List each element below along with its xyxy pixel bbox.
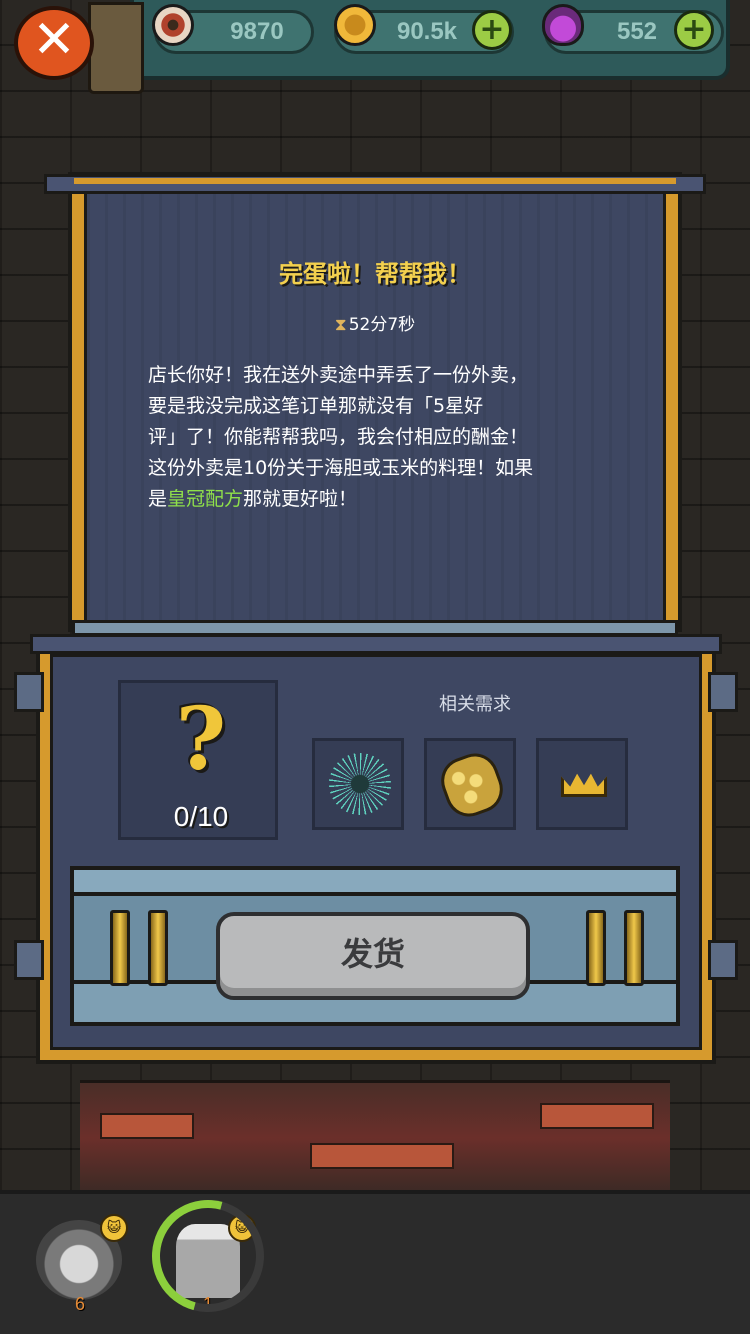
crown-recipe-highlight: 皇冠配方	[167, 488, 244, 510]
currency-bar: 9870 90.5k + 552 +	[130, 0, 730, 80]
close-button[interactable]: ✕	[10, 2, 144, 94]
timer-value: 52分7秒	[348, 315, 416, 335]
gold-bar	[110, 910, 130, 986]
quest-title: 完蛋啦！帮帮我！	[279, 260, 471, 288]
corn-icon	[434, 746, 510, 824]
message-line: 这份外卖是10份关于海胆或玉米的料理！如果	[148, 457, 534, 479]
hourglass-icon: ⧗	[334, 315, 347, 335]
gold-bar	[586, 910, 606, 986]
crown-icon	[561, 773, 607, 797]
message-prefix: 是	[148, 488, 168, 510]
background-scene	[80, 1080, 670, 1193]
potion-icon	[542, 4, 584, 46]
question-mark-icon: ?	[175, 689, 227, 790]
delivery-progress: 0/10	[173, 801, 229, 832]
brick	[310, 1143, 454, 1169]
chef-badge-icon: 😺	[100, 1214, 128, 1242]
dish-tray: 😺 6 😺 1	[0, 1190, 750, 1334]
ship-button[interactable]: 发货	[216, 912, 530, 1000]
eyeball-amount: 9870	[230, 18, 284, 45]
gold-bar	[624, 910, 644, 986]
message-line: 是皇冠配方那就更好啦！	[148, 484, 598, 515]
quest-board-lintel	[44, 174, 706, 194]
side-knob	[708, 672, 738, 712]
requirement-corn[interactable]	[424, 738, 516, 830]
add-coin-button[interactable]: +	[472, 10, 512, 50]
coin-icon	[334, 4, 376, 46]
requirement-crown[interactable]	[536, 738, 628, 830]
brick	[100, 1113, 194, 1139]
side-knob	[708, 940, 738, 980]
brick	[540, 1103, 654, 1129]
tray-item-urchin-dish[interactable]: 😺 6	[30, 1214, 130, 1314]
delivery-board-rail	[30, 634, 722, 654]
add-potion-button[interactable]: +	[674, 10, 714, 50]
quest-message: 店长你好！我在送外卖途中弄丢了一份外卖， 要是我没完成这笔订单那就没有「5星好 …	[148, 360, 598, 515]
requirements-label: 相关需求	[439, 694, 511, 715]
potion-amount: 552	[616, 18, 658, 45]
message-line: 店长你好！我在送外卖途中弄丢了一份外卖，	[148, 364, 529, 386]
coin-amount: 90.5k	[396, 18, 458, 45]
ship-button-label: 发货	[340, 935, 405, 973]
message-suffix: 那就更好啦！	[243, 488, 358, 510]
quest-board-trim	[74, 178, 676, 184]
message-line: 评」了！你能帮帮我吗，我会付相应的酬金！	[148, 426, 529, 448]
close-icon: ✕	[32, 10, 76, 70]
sea-urchin-icon	[329, 753, 391, 815]
eyeball-icon	[152, 4, 194, 46]
quest-timer: ⧗ 52分7秒	[0, 310, 750, 335]
side-knob	[14, 940, 44, 980]
gold-bar	[148, 910, 168, 986]
side-knob	[14, 672, 44, 712]
counter-top	[70, 866, 680, 896]
delivery-item-slot[interactable]: ? 0/10	[118, 680, 278, 840]
requirement-sea-urchin[interactable]	[312, 738, 404, 830]
close-button-tab	[88, 2, 144, 94]
message-line: 要是我没完成这笔订单那就没有「5星好	[148, 395, 484, 417]
dish-count: 6	[74, 1294, 85, 1314]
